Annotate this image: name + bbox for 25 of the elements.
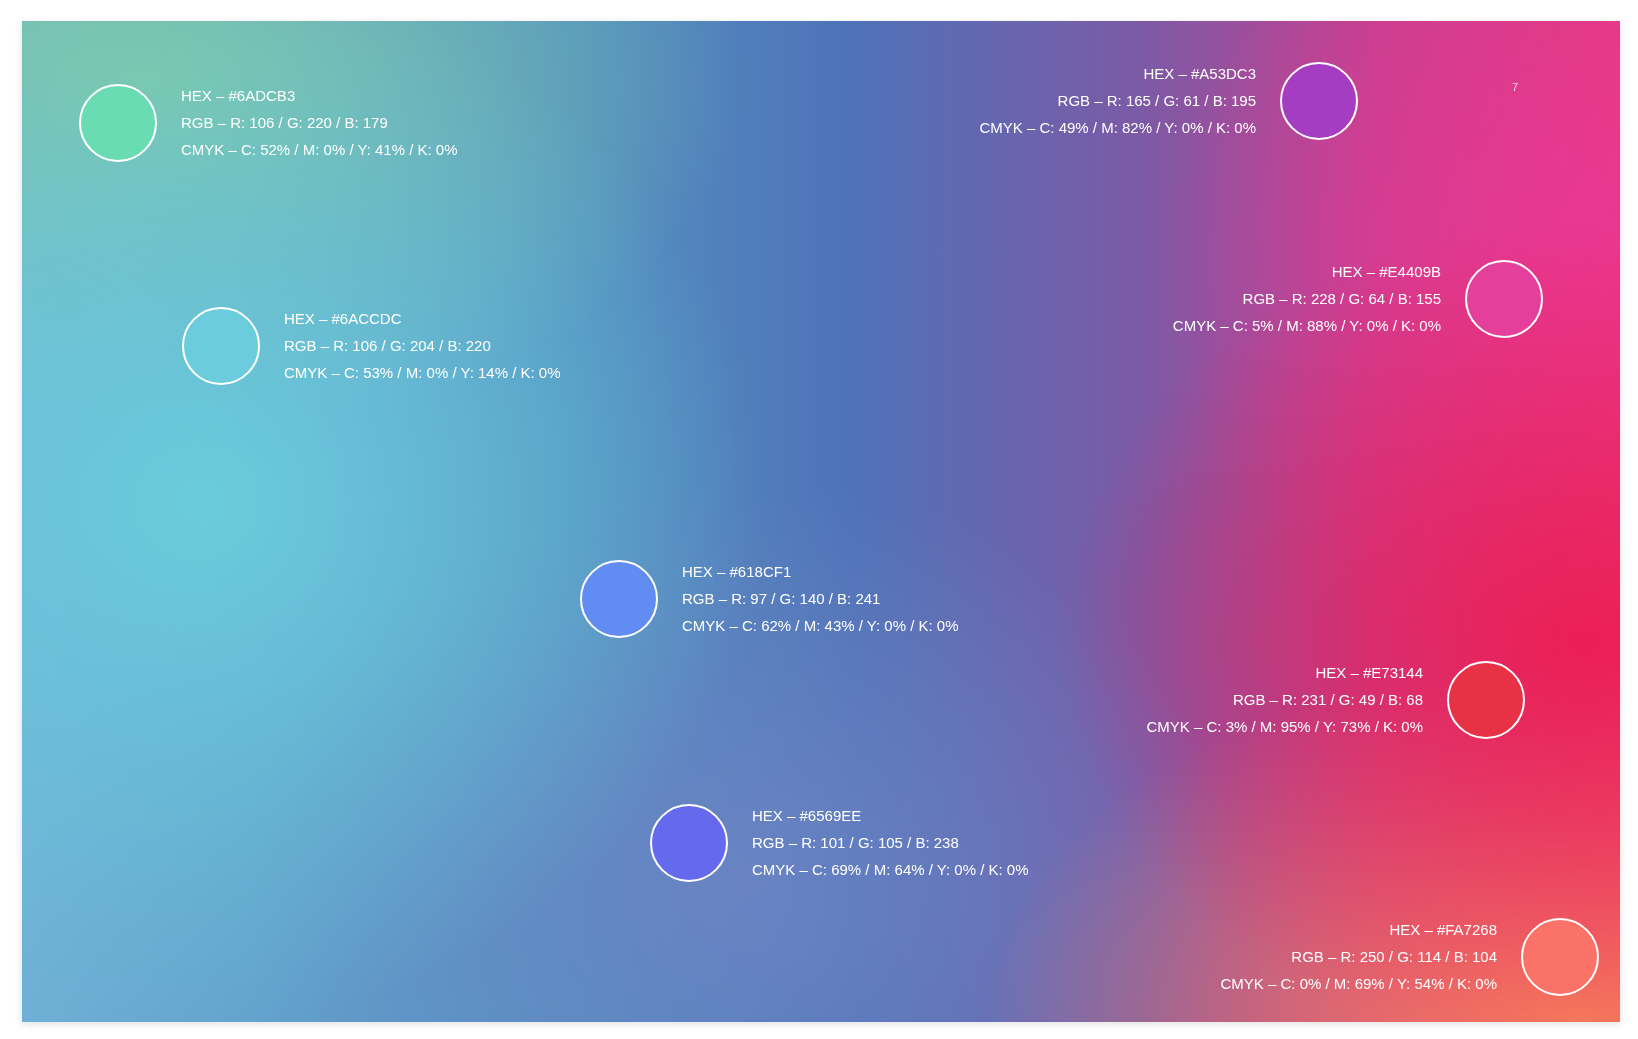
rgb-value: RGB – R: 165 / G: 61 / B: 195 — [1057, 91, 1256, 111]
rgb-value: RGB – R: 97 / G: 140 / B: 241 — [682, 589, 882, 609]
rgb-value: RGB – R: 228 / G: 64 / B: 155 — [1242, 289, 1441, 309]
rgb-value: RGB – R: 106 / G: 204 / B: 220 — [284, 336, 492, 356]
cmyk-value: CMYK – C: 62% / M: 43% / Y: 0% / K: 0% — [682, 616, 959, 636]
cmyk-value: CMYK – C: 5% / M: 88% / Y: 0% / K: 0% — [1172, 316, 1441, 336]
hex-value: HEX – #E73144 — [1315, 663, 1423, 683]
rgb-value: RGB – R: 231 / G: 49 / B: 68 — [1232, 690, 1423, 710]
cmyk-value: CMYK – C: 52% / M: 0% / Y: 41% / K: 0% — [181, 140, 458, 160]
cmyk-value: CMYK – C: 69% / M: 64% / Y: 0% / K: 0% — [752, 860, 1029, 880]
cmyk-value: CMYK – C: 49% / M: 82% / Y: 0% / K: 0% — [979, 118, 1256, 138]
hex-value: HEX – #E4409B — [1331, 262, 1441, 282]
cmyk-value: CMYK – C: 0% / M: 69% / Y: 54% / K: 0% — [1220, 974, 1497, 994]
hex-value: HEX – #A53DC3 — [1143, 64, 1256, 84]
hex-value: HEX – #FA7268 — [1389, 920, 1497, 940]
hex-value: HEX – #6ACCDC — [284, 309, 403, 329]
hex-value: HEX – #6ADCB3 — [181, 86, 297, 106]
hex-value: HEX – #618CF1 — [682, 562, 793, 582]
cmyk-value: CMYK – C: 53% / M: 0% / Y: 14% / K: 0% — [284, 363, 561, 383]
rgb-value: RGB – R: 250 / G: 114 / B: 104 — [1291, 947, 1497, 967]
cmyk-value: CMYK – C: 3% / M: 95% / Y: 73% / K: 0% — [1146, 717, 1423, 737]
rgb-value: RGB – R: 101 / G: 105 / B: 238 — [752, 833, 960, 853]
hex-value: HEX – #6569EE — [752, 806, 863, 826]
page-number: 7 — [1512, 81, 1519, 93]
rgb-value: RGB – R: 106 / G: 220 / B: 179 — [181, 113, 389, 133]
